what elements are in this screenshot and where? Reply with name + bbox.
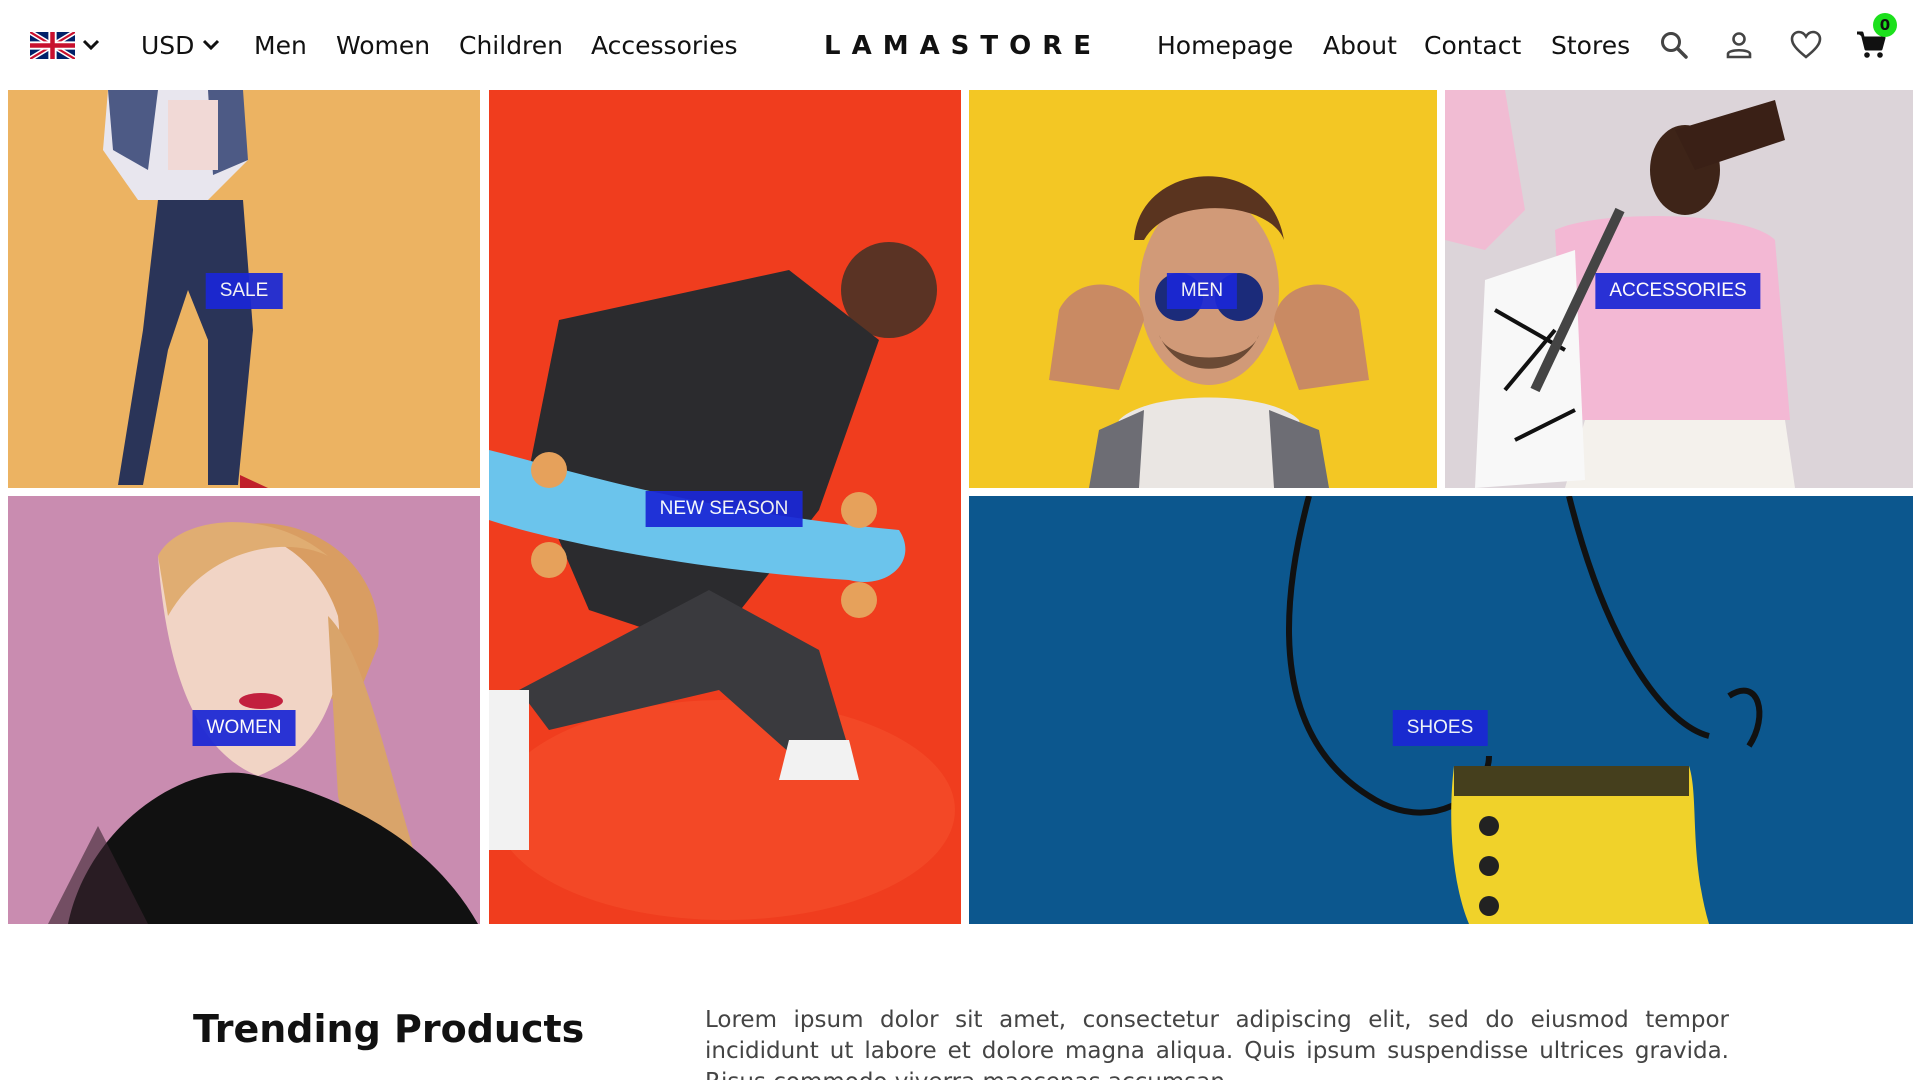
category-label-new-season[interactable]: NEW SEASON	[645, 491, 803, 527]
category-label-accessories[interactable]: ACCESSORIES	[1595, 273, 1761, 309]
heart-icon	[1790, 30, 1822, 59]
uk-flag-icon[interactable]	[30, 32, 75, 59]
language-dropdown[interactable]	[82, 24, 100, 66]
wishlist-button[interactable]	[1786, 25, 1826, 65]
trending-title: Trending Products	[193, 1007, 585, 1051]
currency-dropdown[interactable]: USD	[141, 24, 220, 66]
nav-link-contact[interactable]: Contact	[1424, 24, 1521, 66]
search-button[interactable]	[1654, 25, 1694, 65]
currency-label: USD	[141, 30, 195, 60]
nav-link-homepage[interactable]: Homepage	[1157, 24, 1293, 66]
nav-link-accessories[interactable]: Accessories	[591, 24, 738, 66]
nav-link-stores[interactable]: Stores	[1551, 24, 1630, 66]
trending-description: Lorem ipsum dolor sit amet, consectetur …	[705, 1007, 1729, 1080]
search-icon	[1661, 32, 1688, 59]
account-button[interactable]	[1719, 25, 1759, 65]
category-label-men[interactable]: MEN	[1166, 273, 1238, 309]
nav-link-men[interactable]: Men	[254, 24, 307, 66]
navbar: USD Men Women Children Accessories LAMAS…	[0, 0, 1920, 90]
chevron-down-icon	[82, 39, 100, 51]
store-logo[interactable]: LAMASTORE	[824, 26, 1091, 66]
category-label-shoes[interactable]: SHOES	[1392, 710, 1488, 746]
nav-link-about[interactable]: About	[1323, 24, 1397, 66]
nav-link-women[interactable]: Women	[336, 24, 430, 66]
user-icon	[1726, 32, 1752, 59]
nav-link-children[interactable]: Children	[459, 24, 563, 66]
cart-count-badge: 0	[1873, 13, 1897, 37]
chevron-down-icon	[203, 39, 220, 51]
category-label-women[interactable]: WOMEN	[192, 710, 296, 746]
category-label-sale[interactable]: SALE	[205, 273, 283, 309]
